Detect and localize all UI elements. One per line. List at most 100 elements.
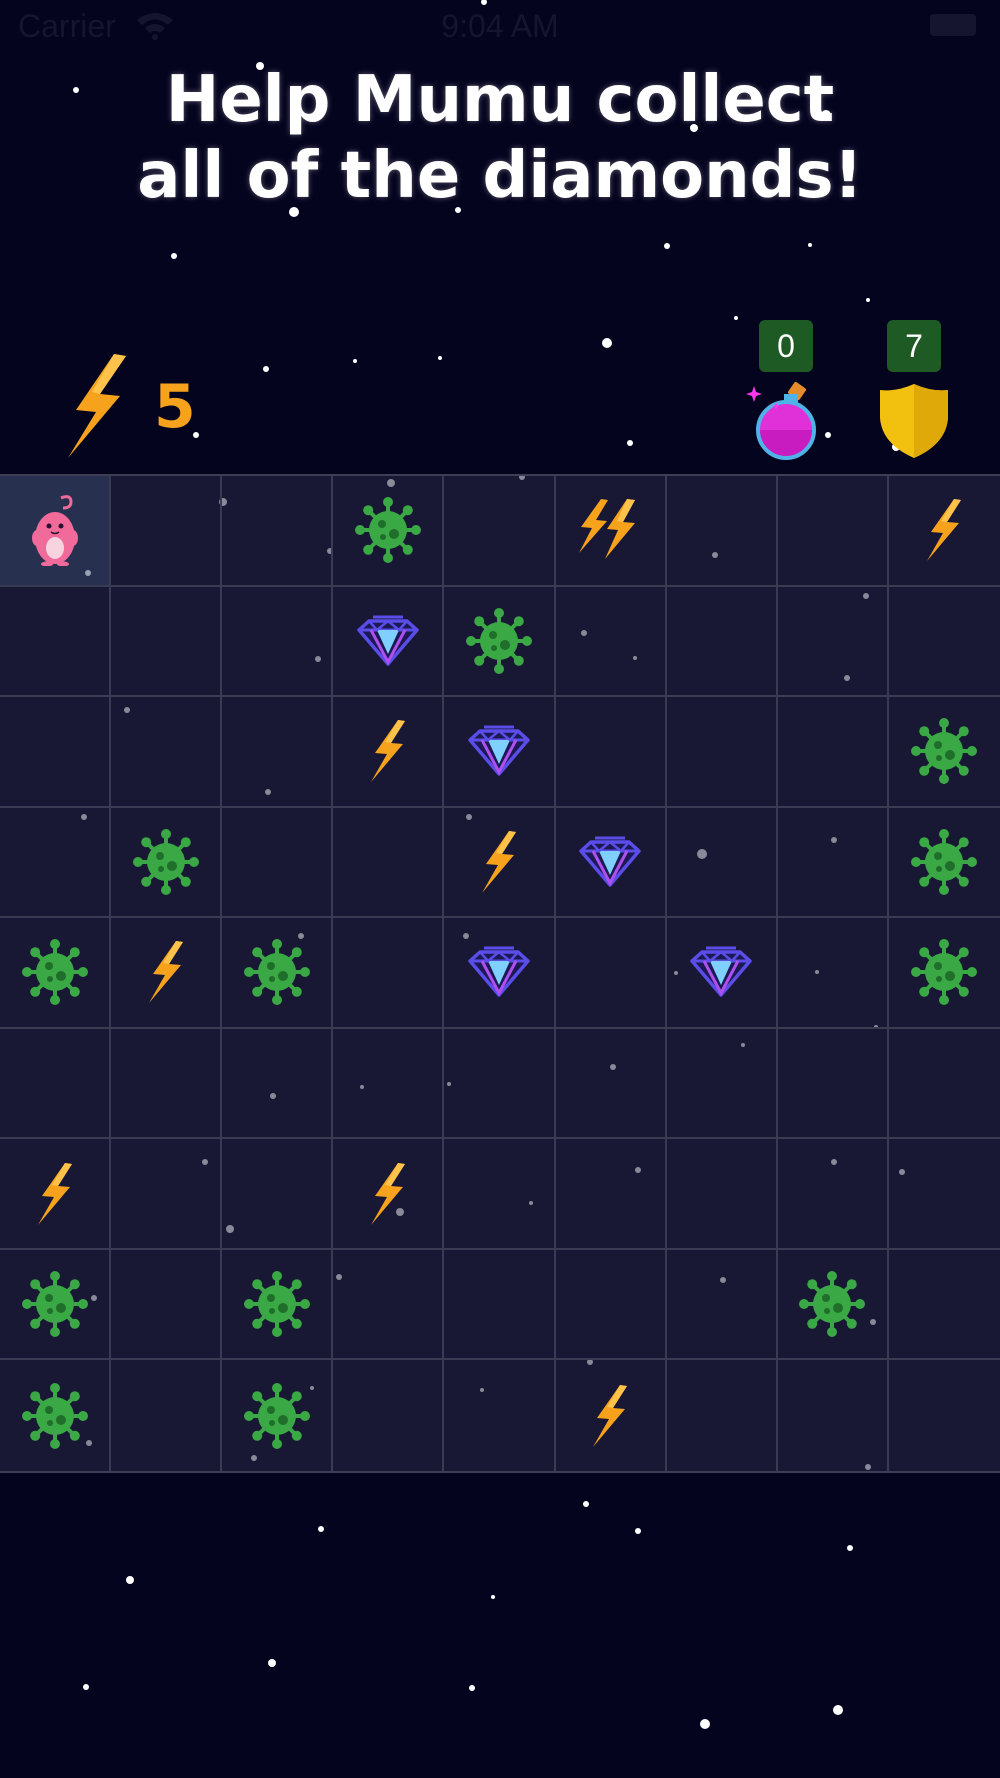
board-cell-r6-c4[interactable] <box>333 1028 445 1140</box>
board-cell-r2-c3[interactable] <box>222 586 334 698</box>
board-cell-r3-c8[interactable] <box>777 697 889 808</box>
board-cell-r4-c6[interactable] <box>555 807 667 919</box>
board-cell-r2-c8[interactable] <box>777 586 889 698</box>
board-cell-r8-c4[interactable] <box>333 1249 445 1361</box>
shield-inventory[interactable]: 7 <box>874 320 954 460</box>
board-cell-r1-c5[interactable] <box>444 476 556 587</box>
board-cell-r5-c9[interactable] <box>888 918 1000 1029</box>
board-cell-r2-c6[interactable] <box>555 586 667 698</box>
board-cell-r5-c7[interactable] <box>666 918 778 1029</box>
board-cell-r3-c2[interactable] <box>111 697 223 808</box>
board-cell-r8-c6[interactable] <box>555 1249 667 1361</box>
board-cell-r9-c7[interactable] <box>666 1360 778 1471</box>
board-cell-r6-c1[interactable] <box>0 1028 112 1140</box>
virus-icon <box>910 938 978 1006</box>
board-cell-r6-c5[interactable] <box>444 1028 556 1140</box>
board-cell-r4-c5[interactable] <box>444 807 556 919</box>
board-cell-r3-c4[interactable] <box>333 697 445 808</box>
board-cell-r4-c7[interactable] <box>666 807 778 919</box>
board-cell-r1-c4[interactable] <box>333 476 445 587</box>
board-cell-r9-c6[interactable] <box>555 1360 667 1471</box>
board-cell-r7-c8[interactable] <box>777 1139 889 1250</box>
board-cell-r8-c9[interactable] <box>888 1249 1000 1361</box>
board-cell-r3-c7[interactable] <box>666 697 778 808</box>
title-line-2: all of the diamonds! <box>137 139 863 213</box>
board-cell-r7-c2[interactable] <box>111 1139 223 1250</box>
board-cell-r6-c6[interactable] <box>555 1028 667 1140</box>
diamond-icon <box>466 724 532 778</box>
board-cell-r7-c4[interactable] <box>333 1139 445 1250</box>
board-cell-r5-c3[interactable] <box>222 918 334 1029</box>
virus-icon <box>243 938 311 1006</box>
title-line-1: Help Mumu collect <box>165 63 835 137</box>
board-cell-r2-c5[interactable] <box>444 586 556 698</box>
magic-potion-icon <box>746 382 816 460</box>
diamond-icon <box>577 835 643 889</box>
board-cell-r9-c4[interactable] <box>333 1360 445 1471</box>
board-cell-r5-c6[interactable] <box>555 918 667 1029</box>
board-cell-r6-c7[interactable] <box>666 1028 778 1140</box>
board-cell-r4-c9[interactable] <box>888 807 1000 919</box>
board-cell-r7-c5[interactable] <box>444 1139 556 1250</box>
board-cell-r1-c9[interactable] <box>888 476 1000 587</box>
lightning-bolt-icon <box>68 354 126 458</box>
mumu-character <box>27 494 83 567</box>
board-cell-r5-c1[interactable] <box>0 918 112 1029</box>
virus-icon <box>910 828 978 896</box>
board-cell-r2-c7[interactable] <box>666 586 778 698</box>
board-cell-r4-c8[interactable] <box>777 807 889 919</box>
board-cell-r9-c1[interactable] <box>0 1360 112 1471</box>
board-cell-r8-c1[interactable] <box>0 1249 112 1361</box>
board-cell-r2-c9[interactable] <box>888 586 1000 698</box>
board-cell-r9-c9[interactable] <box>888 1360 1000 1471</box>
board-cell-r5-c4[interactable] <box>333 918 445 1029</box>
board-cell-r1-c7[interactable] <box>666 476 778 587</box>
virus-icon <box>465 607 533 675</box>
board-cell-r3-c9[interactable] <box>888 697 1000 808</box>
board-cell-r6-c9[interactable] <box>888 1028 1000 1140</box>
board-cell-r1-c3[interactable] <box>222 476 334 587</box>
board-cell-r9-c3[interactable] <box>222 1360 334 1471</box>
board-cell-r7-c3[interactable] <box>222 1139 334 1250</box>
board-cell-r3-c1[interactable] <box>0 697 112 808</box>
board-cell-r8-c2[interactable] <box>111 1249 223 1361</box>
board-cell-r9-c8[interactable] <box>777 1360 889 1471</box>
board-cell-r2-c4[interactable] <box>333 586 445 698</box>
board-cell-r7-c7[interactable] <box>666 1139 778 1250</box>
board-cell-r6-c3[interactable] <box>222 1028 334 1140</box>
board-cell-r6-c2[interactable] <box>111 1028 223 1140</box>
board-cell-r7-c1[interactable] <box>0 1139 112 1250</box>
lightning-bolt-icon <box>368 1162 408 1226</box>
shield-count-badge: 7 <box>887 320 941 372</box>
virus-icon <box>132 828 200 896</box>
board-cell-r3-c3[interactable] <box>222 697 334 808</box>
board-cell-r3-c5[interactable] <box>444 697 556 808</box>
board-cell-r9-c5[interactable] <box>444 1360 556 1471</box>
board-cell-r5-c5[interactable] <box>444 918 556 1029</box>
board-cell-r2-c1[interactable] <box>0 586 112 698</box>
board-cell-r4-c1[interactable] <box>0 807 112 919</box>
board-cell-r8-c8[interactable] <box>777 1249 889 1361</box>
board-cell-r5-c2[interactable] <box>111 918 223 1029</box>
board-cell-r7-c6[interactable] <box>555 1139 667 1250</box>
board-cell-r2-c2[interactable] <box>111 586 223 698</box>
board-cell-r1-c6[interactable] <box>555 476 667 587</box>
board-cell-r8-c3[interactable] <box>222 1249 334 1361</box>
board-cell-r8-c5[interactable] <box>444 1249 556 1361</box>
board-cell-r8-c7[interactable] <box>666 1249 778 1361</box>
board-cell-r4-c4[interactable] <box>333 807 445 919</box>
diamond-icon <box>355 614 421 668</box>
energy-counter: 5 <box>62 352 252 462</box>
board-cell-r1-c1[interactable] <box>0 476 112 587</box>
board-cell-r1-c8[interactable] <box>777 476 889 587</box>
energy-count: 5 <box>154 372 196 442</box>
board-cell-r3-c6[interactable] <box>555 697 667 808</box>
potion-inventory[interactable]: 0 <box>746 320 826 460</box>
board-cell-r1-c2[interactable] <box>111 476 223 587</box>
board-cell-r4-c3[interactable] <box>222 807 334 919</box>
board-cell-r6-c8[interactable] <box>777 1028 889 1140</box>
board-cell-r4-c2[interactable] <box>111 807 223 919</box>
board-cell-r9-c2[interactable] <box>111 1360 223 1471</box>
board-cell-r7-c9[interactable] <box>888 1139 1000 1250</box>
board-cell-r5-c8[interactable] <box>777 918 889 1029</box>
